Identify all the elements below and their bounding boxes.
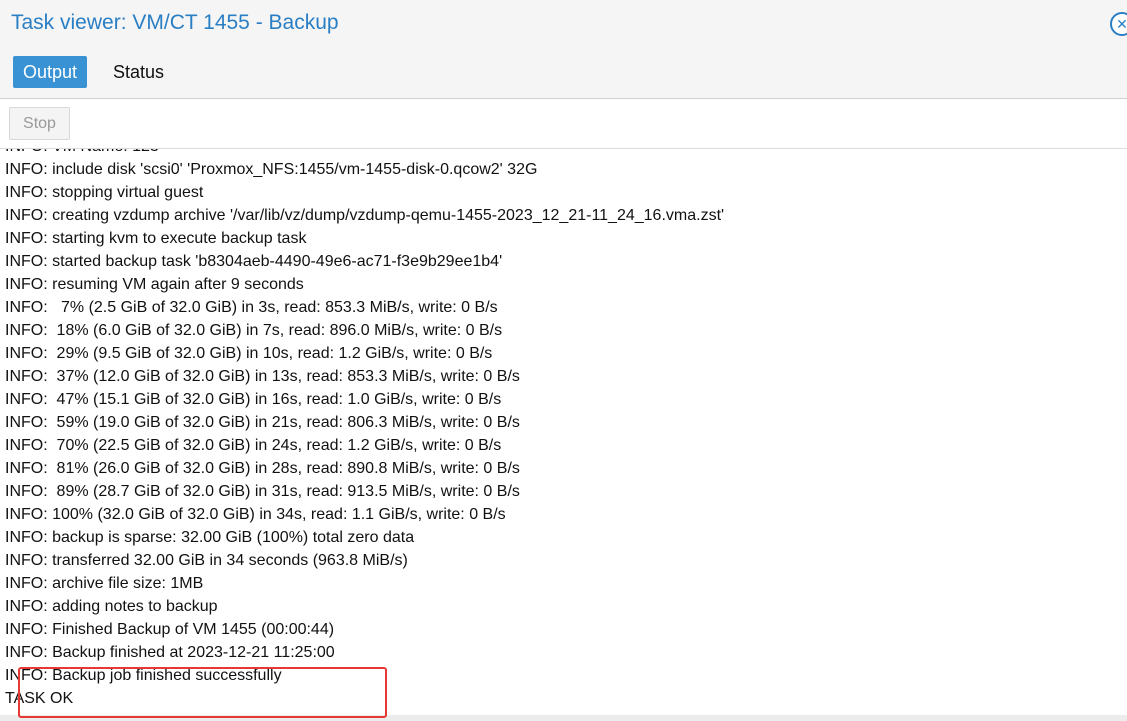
log-line: INFO: transferred 32.00 GiB in 34 second… <box>5 552 408 569</box>
toolbar: Stop <box>0 99 1127 149</box>
log-line: INFO: VM Name: 123 <box>5 149 724 158</box>
task-viewer-header: Task viewer: VM/CT 1455 - Backup ✕ Outpu… <box>0 0 1127 99</box>
task-output-log[interactable]: INFO: VM Name: 123 INFO: include disk 'sc… <box>0 149 1127 715</box>
tab-output[interactable]: Output <box>13 56 88 88</box>
log-line: INFO: started backup task 'b8304aeb-4490… <box>5 253 503 270</box>
horizontal-scrollbar[interactable] <box>0 715 1127 721</box>
log-line: INFO: 47% (15.1 GiB of 32.0 GiB) in 16s,… <box>5 391 502 408</box>
log-line: INFO: 18% (6.0 GiB of 32.0 GiB) in 7s, r… <box>5 322 503 339</box>
log-line: INFO: starting kvm to execute backup tas… <box>5 230 307 247</box>
log-line: INFO: adding notes to backup <box>5 598 218 615</box>
tab-status[interactable]: Status <box>103 56 174 88</box>
log-line: INFO: archive file size: 1MB <box>5 575 204 592</box>
close-icon[interactable]: ✕ <box>1110 12 1127 36</box>
log-line: INFO: 29% (9.5 GiB of 32.0 GiB) in 10s, … <box>5 345 493 362</box>
log-lines: INFO: VM Name: 123 INFO: include disk 'sc… <box>5 149 724 710</box>
log-line: INFO: 100% (32.0 GiB of 32.0 GiB) in 34s… <box>5 506 506 523</box>
log-line: INFO: 81% (26.0 GiB of 32.0 GiB) in 28s,… <box>5 460 520 477</box>
log-line: INFO: creating vzdump archive '/var/lib/… <box>5 207 725 224</box>
log-line: INFO: 7% (2.5 GiB of 32.0 GiB) in 3s, re… <box>5 299 498 316</box>
log-line: INFO: 89% (28.7 GiB of 32.0 GiB) in 31s,… <box>5 483 520 500</box>
stop-button[interactable]: Stop <box>9 107 70 140</box>
log-line: INFO: include disk 'scsi0' 'Proxmox_NFS:… <box>5 161 538 178</box>
window-title: Task viewer: VM/CT 1455 - Backup <box>11 11 339 34</box>
log-line: INFO: 37% (12.0 GiB of 32.0 GiB) in 13s,… <box>5 368 520 385</box>
log-line: INFO: Backup finished at 2023-12-21 11:2… <box>5 644 335 661</box>
log-line: INFO: 59% (19.0 GiB of 32.0 GiB) in 21s,… <box>5 414 520 431</box>
log-line: INFO: 70% (22.5 GiB of 32.0 GiB) in 24s,… <box>5 437 502 454</box>
log-line: INFO: resuming VM again after 9 seconds <box>5 276 304 293</box>
log-line: INFO: stopping virtual guest <box>5 184 204 201</box>
log-line: INFO: Backup job finished successfully <box>5 667 282 684</box>
log-line: INFO: backup is sparse: 32.00 GiB (100%)… <box>5 529 415 546</box>
log-line: INFO: Finished Backup of VM 1455 (00:00:… <box>5 621 335 638</box>
log-line: TASK OK <box>5 690 74 707</box>
